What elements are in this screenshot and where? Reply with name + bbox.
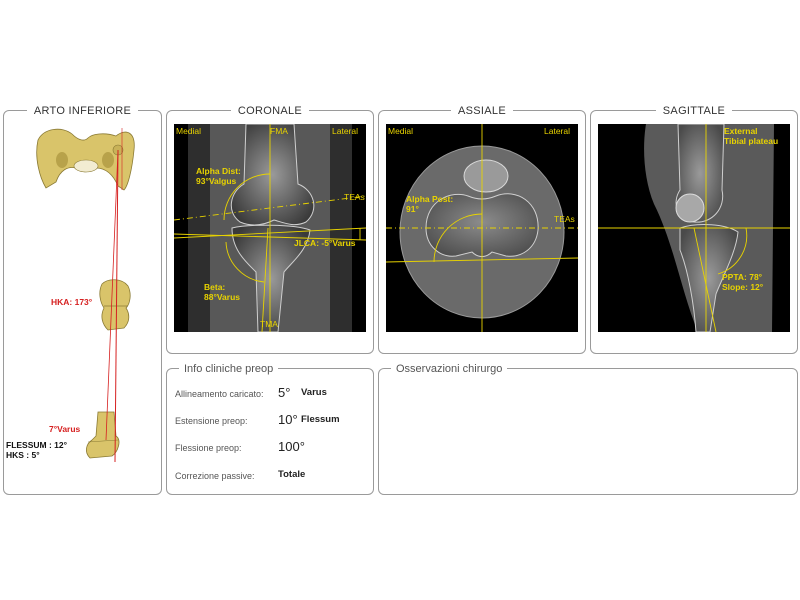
clinical-info-title: Info cliniche preop (179, 363, 279, 375)
axial-teas-label: TEAs (554, 214, 575, 224)
clinical-row-label: Correzione passive: (175, 471, 255, 481)
coronal-alpha-dist-value: 93°Valgus (196, 176, 237, 186)
coronal-fma-label: FMA (270, 126, 288, 136)
sagittal-title: SAGITTALE (655, 105, 733, 117)
clinical-row-value: 100° (278, 439, 305, 454)
varus-label: 7°Varus (49, 424, 81, 434)
flessum-label: FLESSUM : 12° (6, 440, 68, 450)
hka-label: HKA: 173° (51, 297, 93, 307)
hks-label: HKS : 5° (6, 450, 40, 460)
coronal-lateral-label: Lateral (332, 126, 358, 136)
clinical-row-desc: Varus (301, 387, 327, 398)
coronal-title: CORONALE (230, 105, 310, 117)
clinical-info-panel: Info cliniche preop Allineamento caricat… (166, 363, 374, 495)
sagittal-ct-image: External Tibial plateau PPTA: 78° Slope:… (598, 124, 790, 332)
coronal-beta-label: Beta: (204, 282, 226, 292)
clinical-row-label: Flessione preop: (175, 443, 242, 453)
coronal-teas-label: TEAs (344, 192, 365, 202)
coronal-beta-value: 88°Varus (204, 292, 241, 302)
sagittal-tibial-plateau-label: Tibial plateau (724, 136, 779, 146)
surgeon-notes-title: Osservazioni chirurgo (391, 363, 508, 375)
axial-lateral-label: Lateral (544, 126, 570, 136)
sagittal-slope-label: Slope: 12° (722, 282, 764, 292)
clinical-row-label: Estensione preop: (175, 416, 248, 426)
axial-alpha-post-value: 91° (406, 204, 419, 214)
sagittal-ppta-label: PPTA: 78° (722, 272, 763, 282)
axial-medial-label: Medial (388, 126, 414, 136)
coronal-tma-label: TMA (260, 319, 278, 329)
axial-alpha-post-label: Alpha Post: (406, 194, 454, 204)
clinical-row-value: 5° (278, 385, 291, 400)
coronal-alpha-dist-label: Alpha Dist: (196, 166, 241, 176)
clinical-row-desc: Flessum (301, 414, 340, 425)
coronal-ct-image: Medial FMA Lateral Alpha Dist: 93°Valgus… (174, 124, 366, 332)
clinical-row-desc: Totale (278, 469, 306, 480)
axial-title: ASSIALE (451, 105, 513, 117)
coronal-jlca-label: JLCA: -5°Varus (294, 238, 356, 248)
sagittal-external-label: External (724, 126, 758, 136)
lower-limb-title: ARTO INFERIORE (26, 105, 139, 117)
surgeon-notes-panel[interactable]: Osservazioni chirurgo (378, 363, 798, 495)
clinical-row-value: 10° (278, 412, 298, 427)
coronal-medial-label: Medial (176, 126, 202, 136)
clinical-row-label: Allineamento caricato: (175, 389, 264, 399)
axial-ct-image: Medial Lateral Alpha Post: 91° TEAs (386, 124, 578, 332)
